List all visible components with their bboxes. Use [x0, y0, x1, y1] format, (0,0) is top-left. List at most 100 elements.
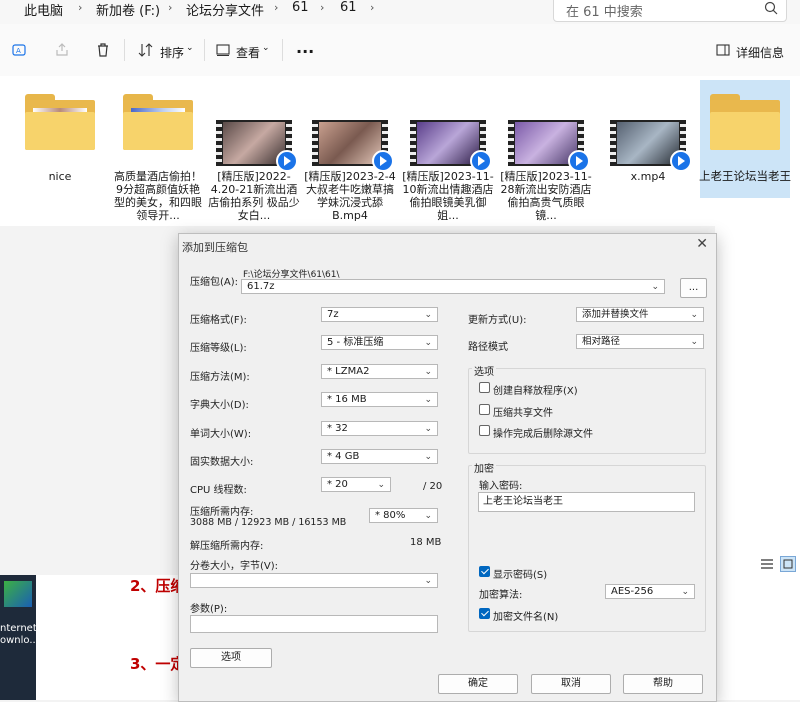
sort-button[interactable]: 排序: [160, 44, 184, 61]
encrypt-method-select[interactable]: AES-256 ⌄: [605, 584, 695, 599]
word-size-label: 单词大小(W):: [190, 429, 252, 440]
delete-icon[interactable]: [95, 42, 111, 58]
split-select[interactable]: ⌄: [190, 573, 438, 588]
chevron-down-icon: ⌄: [690, 337, 698, 347]
file-tile[interactable]: 高质量酒店偷拍！9分超高颜值妖艳型的美女，和四眼领导开...: [114, 80, 202, 222]
file-tile[interactable]: [精压版]2023-2-4大叔老牛吃嫩草搞学妹沉浸式舔B.mp4: [304, 80, 396, 222]
threads-label: CPU 线程数:: [190, 485, 247, 496]
divider: [282, 39, 283, 61]
path-mode-select[interactable]: 相对路径 ⌄: [576, 334, 704, 349]
breadcrumb-drive[interactable]: 新加卷 (F:): [96, 0, 160, 19]
password-input[interactable]: 上老王论坛当老王: [478, 492, 695, 512]
chevron-right-icon: ›: [168, 1, 173, 14]
shared-files-label: 压缩共享文件: [493, 408, 553, 419]
options-group-title: 选项: [472, 363, 496, 378]
browse-button[interactable]: ...: [680, 278, 707, 298]
delete-after-label: 操作完成后删除源文件: [493, 429, 593, 440]
chevron-right-icon: ›: [370, 1, 375, 14]
file-tile[interactable]: [精压版]2022-4.20-21新流出酒店偷拍系列 极品少女白...: [208, 80, 300, 222]
breadcrumb-61a[interactable]: 61: [292, 0, 309, 15]
desktop-area: nternet ownlo...: [0, 575, 39, 700]
search-box[interactable]: 在 61 中搜索: [553, 0, 787, 22]
file-tile-selected[interactable]: 上老王论坛当老王: [699, 80, 791, 198]
command-bar: A 排序 ⌄ 查看 ⌄ ... 详细信息: [0, 24, 800, 76]
chevron-down-icon: ⌄: [681, 587, 689, 597]
video-icon: [216, 120, 298, 172]
view-button[interactable]: 查看: [236, 44, 260, 61]
method-select[interactable]: * LZMA2 ⌄: [321, 364, 438, 379]
tile-view-icon[interactable]: [780, 556, 796, 572]
parameters-input[interactable]: [190, 615, 438, 633]
more-options-button[interactable]: ...: [296, 38, 314, 57]
breadcrumb-this-pc[interactable]: 此电脑: [24, 0, 63, 19]
memory-decompress-value: 18 MB: [410, 537, 442, 548]
file-tile[interactable]: x.mp4: [608, 80, 692, 198]
file-tile[interactable]: nice: [20, 80, 100, 198]
video-icon: [610, 120, 692, 172]
solid-block-select[interactable]: * 4 GB ⌄: [321, 449, 438, 464]
word-size-select[interactable]: * 32 ⌄: [321, 421, 438, 436]
threads-select[interactable]: * 20 ⌄: [321, 477, 391, 492]
breadcrumb-61b[interactable]: 61: [340, 0, 357, 15]
chevron-down-icon: ⌄: [262, 43, 270, 53]
file-name: [精压版]2023-2-4大叔老牛吃嫩草搞学妹沉浸式舔B.mp4: [304, 170, 396, 222]
format-label: 压缩格式(F):: [190, 315, 247, 326]
details-button[interactable]: 详细信息: [736, 44, 784, 61]
chevron-right-icon: ›: [320, 1, 325, 14]
download-app-icon[interactable]: [4, 581, 32, 607]
level-label: 压缩等级(L):: [190, 343, 247, 354]
delete-after-checkbox[interactable]: [479, 425, 490, 436]
add-to-archive-dialog: 添加到压缩包 ✕ 压缩包(A): F:\论坛分享文件\61\61\ 61.7z ⌄…: [178, 233, 717, 702]
chevron-down-icon: ⌄: [424, 310, 432, 320]
file-tile[interactable]: [精压版]2023-11-10新流出情趣酒店偷拍眼镜美乳御姐...: [402, 80, 494, 222]
file-tile[interactable]: [精压版]2023-11-28新流出安防酒店偷拍高贵气质眼镜...: [500, 80, 592, 222]
file-name: 高质量酒店偷拍！9分超高颜值妖艳型的美女，和四眼领导开...: [114, 170, 202, 222]
svg-text:A: A: [16, 47, 21, 55]
memory-percent-select[interactable]: * 80% ⌄: [369, 508, 438, 523]
folder-icon: [25, 94, 95, 150]
video-icon: [410, 120, 492, 172]
show-password-checkbox[interactable]: [479, 566, 490, 577]
options-button[interactable]: 选项: [190, 648, 272, 668]
chevron-down-icon: ⌄: [186, 43, 194, 53]
help-button[interactable]: 帮助: [623, 674, 703, 694]
chevron-down-icon: ⌄: [424, 511, 432, 521]
chevron-down-icon: ⌄: [690, 310, 698, 320]
divider: [124, 39, 125, 61]
encrypt-names-checkbox[interactable]: [479, 608, 490, 619]
chevron-down-icon: ⌄: [424, 367, 432, 377]
chevron-right-icon: ›: [78, 1, 83, 14]
video-icon: [312, 120, 394, 172]
close-icon[interactable]: ✕: [696, 236, 708, 252]
file-name: nice: [48, 170, 72, 183]
chevron-down-icon: ⌄: [424, 452, 432, 462]
shared-files-checkbox[interactable]: [479, 404, 490, 415]
chevron-down-icon: ⌄: [424, 424, 432, 434]
chevron-down-icon: ⌄: [424, 338, 432, 348]
memory-compress-label: 压缩所需内存:: [190, 507, 254, 518]
chevron-down-icon: ⌄: [377, 480, 385, 490]
update-mode-select[interactable]: 添加并替换文件 ⌄: [576, 307, 704, 322]
sfx-checkbox[interactable]: [479, 382, 490, 393]
list-view-icon[interactable]: [760, 558, 774, 570]
chevron-down-icon: ⌄: [651, 282, 659, 292]
show-password-label: 显示密码(S): [493, 570, 548, 581]
cancel-button[interactable]: 取消: [531, 674, 611, 694]
search-input[interactable]: 在 61 中搜索: [566, 1, 643, 20]
memory-compress-value: 3088 MB / 12923 MB / 16153 MB: [190, 517, 347, 528]
dictionary-select[interactable]: * 16 MB ⌄: [321, 392, 438, 407]
memory-decompress-label: 解压缩所需内存:: [190, 541, 264, 552]
ok-button[interactable]: 确定: [438, 674, 518, 694]
chevron-right-icon: ›: [274, 1, 279, 14]
rename-icon[interactable]: A: [12, 42, 28, 58]
file-name: 上老王论坛当老王: [699, 169, 791, 183]
password-label: 输入密码:: [479, 481, 523, 492]
path-mode-label: 路径模式: [468, 342, 508, 353]
archive-name-combo[interactable]: 61.7z ⌄: [241, 279, 665, 294]
format-select[interactable]: 7z ⌄: [321, 307, 438, 322]
share-icon[interactable]: [54, 42, 70, 58]
file-list-area: [715, 226, 800, 575]
level-select[interactable]: 5 - 标准压缩 ⌄: [321, 335, 438, 350]
file-name: [精压版]2023-11-28新流出安防酒店偷拍高贵气质眼镜...: [500, 170, 592, 222]
breadcrumb-folder[interactable]: 论坛分享文件: [186, 0, 264, 19]
